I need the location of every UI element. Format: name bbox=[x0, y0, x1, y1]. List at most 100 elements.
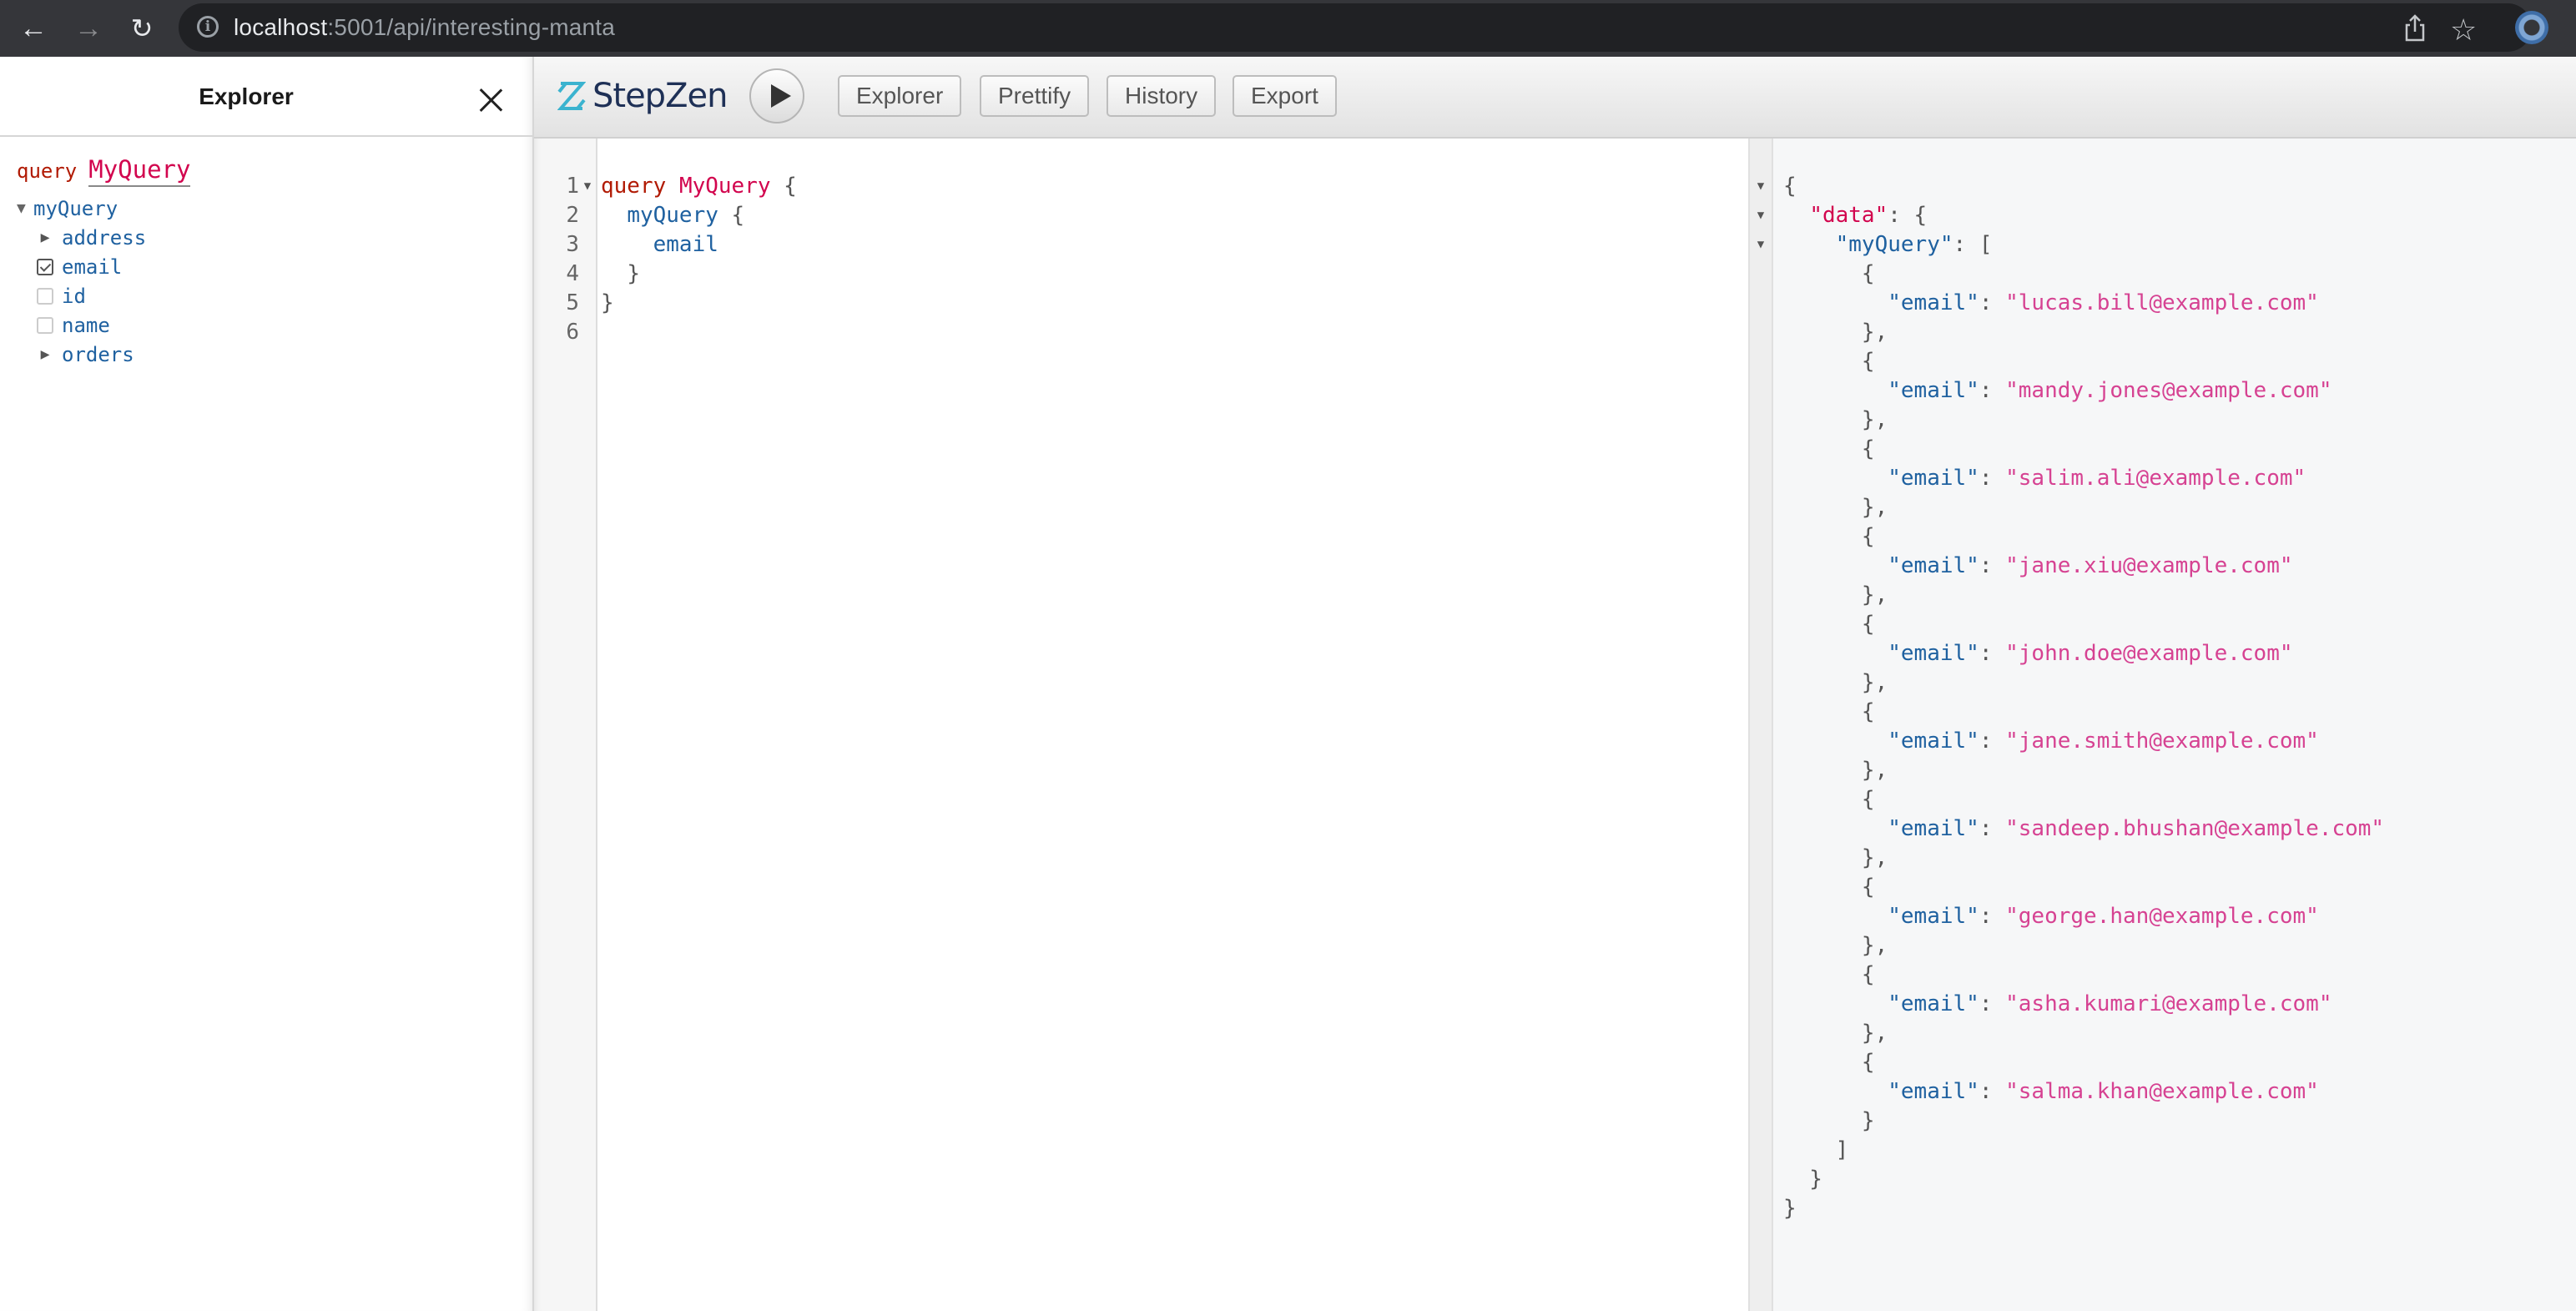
result-line: { bbox=[1783, 524, 1875, 549]
explorer-header: Explorer bbox=[0, 57, 532, 137]
json-email-value: salim.ali@example.com bbox=[2018, 466, 2293, 491]
result-line: }, bbox=[1783, 670, 1888, 695]
json-email-value: jane.smith@example.com bbox=[2018, 729, 2306, 754]
field-label: name bbox=[62, 313, 110, 337]
result-line: { bbox=[1783, 962, 1875, 987]
field-label: myQuery bbox=[33, 196, 118, 220]
code-line: 4 } bbox=[534, 260, 797, 289]
result-line: }, bbox=[1783, 758, 1888, 783]
query-editor[interactable]: 1 ▼ query MyQuery { 2 myQuery { 3 email 4 … bbox=[534, 139, 1748, 1311]
field-label: id bbox=[62, 284, 86, 308]
result-email-line: "email": "jane.smith@example.com" bbox=[1888, 729, 2319, 754]
line-number: 2 bbox=[566, 203, 579, 228]
info-icon[interactable]: i bbox=[197, 16, 219, 38]
result-email-line: "email": "lucas.bill@example.com" bbox=[1888, 290, 2319, 315]
profile-icon[interactable] bbox=[2515, 11, 2548, 44]
token-punc: } bbox=[601, 290, 614, 315]
token-punc: { bbox=[784, 174, 797, 199]
result-line: }, bbox=[1783, 845, 1888, 870]
token-field: email bbox=[653, 232, 718, 257]
json-email-value: salma.khan@example.com bbox=[2018, 1079, 2306, 1104]
prettify-button[interactable]: Prettify bbox=[980, 75, 1090, 117]
json-email-value: asha.kumari@example.com bbox=[2018, 991, 2319, 1016]
export-button[interactable]: Export bbox=[1233, 75, 1337, 117]
result-line: { bbox=[1783, 349, 1875, 374]
token-op-name: MyQuery bbox=[678, 174, 771, 199]
operation-line: query MyQuery bbox=[17, 155, 516, 187]
explorer-title: Explorer bbox=[199, 83, 294, 109]
brand-name: StepZen bbox=[592, 77, 728, 115]
back-arrow-icon[interactable]: ← bbox=[17, 12, 50, 45]
graphiql-toolbar: StepZen Explorer Prettify History Export bbox=[534, 57, 2576, 139]
result-line: }, bbox=[1783, 582, 1888, 608]
json-email-value: sandeep.bhushan@example.com bbox=[2018, 816, 2372, 841]
url-host: localhost bbox=[234, 14, 328, 40]
field-label: orders bbox=[62, 342, 134, 366]
tree-field-email[interactable]: email bbox=[17, 252, 516, 281]
json-key-email: "email" bbox=[1888, 378, 1979, 403]
fold-caret-icon[interactable]: ▼ bbox=[1750, 172, 1772, 201]
url-text[interactable]: localhost:5001/api/interesting-manta bbox=[234, 14, 615, 41]
result-line: { bbox=[1783, 261, 1875, 286]
line-number: 6 bbox=[566, 320, 579, 345]
star-icon[interactable]: ☆ bbox=[2450, 13, 2477, 47]
json-key-email: "email" bbox=[1888, 991, 1979, 1016]
line-number: 4 bbox=[566, 261, 579, 286]
result-line: ] bbox=[1783, 1137, 1849, 1162]
reload-icon[interactable]: ↻ bbox=[125, 12, 159, 45]
json-key-email: "email" bbox=[1888, 904, 1979, 929]
line-number: 3 bbox=[566, 232, 579, 257]
code-line: 2 myQuery { bbox=[534, 201, 797, 230]
checkbox-checked[interactable] bbox=[37, 258, 53, 275]
tree-field-address[interactable]: ▶ address bbox=[17, 223, 516, 252]
tree-field-name[interactable]: name bbox=[17, 310, 516, 340]
result-line: ▼{ bbox=[1750, 172, 2576, 201]
close-icon[interactable] bbox=[477, 87, 504, 113]
result-line: ▼ "myQuery": [ bbox=[1750, 230, 2576, 260]
code-line: 5} bbox=[534, 289, 797, 318]
address-bar[interactable]: i localhost:5001/api/interesting-manta ☆ bbox=[179, 3, 2532, 52]
json-email-value: george.han@example.com bbox=[2018, 904, 2306, 929]
result-line: { bbox=[1783, 875, 1875, 900]
checkbox-unchecked[interactable] bbox=[37, 316, 53, 334]
result-line: { bbox=[1783, 787, 1875, 812]
tree-root-field[interactable]: ▼ myQuery bbox=[17, 194, 516, 223]
caret-down-icon: ▼ bbox=[17, 199, 26, 217]
json-key-email: "email" bbox=[1888, 553, 1979, 578]
operation-name-input[interactable]: MyQuery bbox=[88, 155, 191, 187]
checkbox-unchecked[interactable] bbox=[37, 287, 53, 305]
line-number: 1 bbox=[566, 174, 579, 199]
code-line: 1 ▼ query MyQuery { bbox=[534, 172, 797, 201]
result-email-line: "email": "jane.xiu@example.com" bbox=[1888, 553, 2293, 578]
result-line: { bbox=[1783, 612, 1875, 637]
share-icon[interactable] bbox=[2400, 13, 2430, 43]
caret-right-icon: ▶ bbox=[40, 229, 50, 246]
stepzen-logo: StepZen bbox=[557, 77, 728, 115]
code-line: 3 email bbox=[534, 230, 797, 260]
history-button[interactable]: History bbox=[1107, 75, 1217, 117]
browser-chrome: ← → ↻ i localhost:5001/api/interesting-m… bbox=[0, 0, 2576, 57]
explorer-panel: Explorer query MyQuery ▼ myQuery ▶ addre… bbox=[0, 57, 534, 1311]
result-email-line: "email": "salma.khan@example.com" bbox=[1888, 1079, 2319, 1104]
fold-caret-icon[interactable]: ▼ bbox=[579, 172, 596, 201]
token-punc: { bbox=[731, 203, 745, 228]
explorer-button[interactable]: Explorer bbox=[838, 75, 962, 117]
json-email-value: john.doe@example.com bbox=[2018, 641, 2280, 666]
tree-field-id[interactable]: id bbox=[17, 281, 516, 310]
result-line: } bbox=[1783, 1167, 1822, 1192]
code-lines: 1 ▼ query MyQuery { 2 myQuery { 3 email 4 … bbox=[534, 172, 797, 347]
result-line: } bbox=[1783, 1108, 1875, 1133]
run-query-button[interactable] bbox=[749, 68, 804, 124]
forward-arrow-icon[interactable]: → bbox=[72, 12, 105, 45]
result-line: ▼ "data": { bbox=[1750, 201, 2576, 230]
fold-caret-icon[interactable]: ▼ bbox=[1750, 201, 1772, 230]
token-punc: } bbox=[627, 261, 640, 286]
url-path: :5001/api/interesting-manta bbox=[327, 14, 616, 40]
fold-caret-icon[interactable]: ▼ bbox=[1750, 230, 1772, 260]
explorer-tree: query MyQuery ▼ myQuery ▶ address email … bbox=[0, 137, 532, 387]
result-viewer[interactable]: ▼{ ▼ "data": { ▼ "myQuery": [ { "email":… bbox=[1748, 139, 2576, 1311]
result-line: { bbox=[1783, 436, 1875, 461]
stepzen-logo-icon bbox=[557, 82, 586, 110]
field-label: address bbox=[62, 225, 147, 250]
tree-field-orders[interactable]: ▶ orders bbox=[17, 340, 516, 369]
